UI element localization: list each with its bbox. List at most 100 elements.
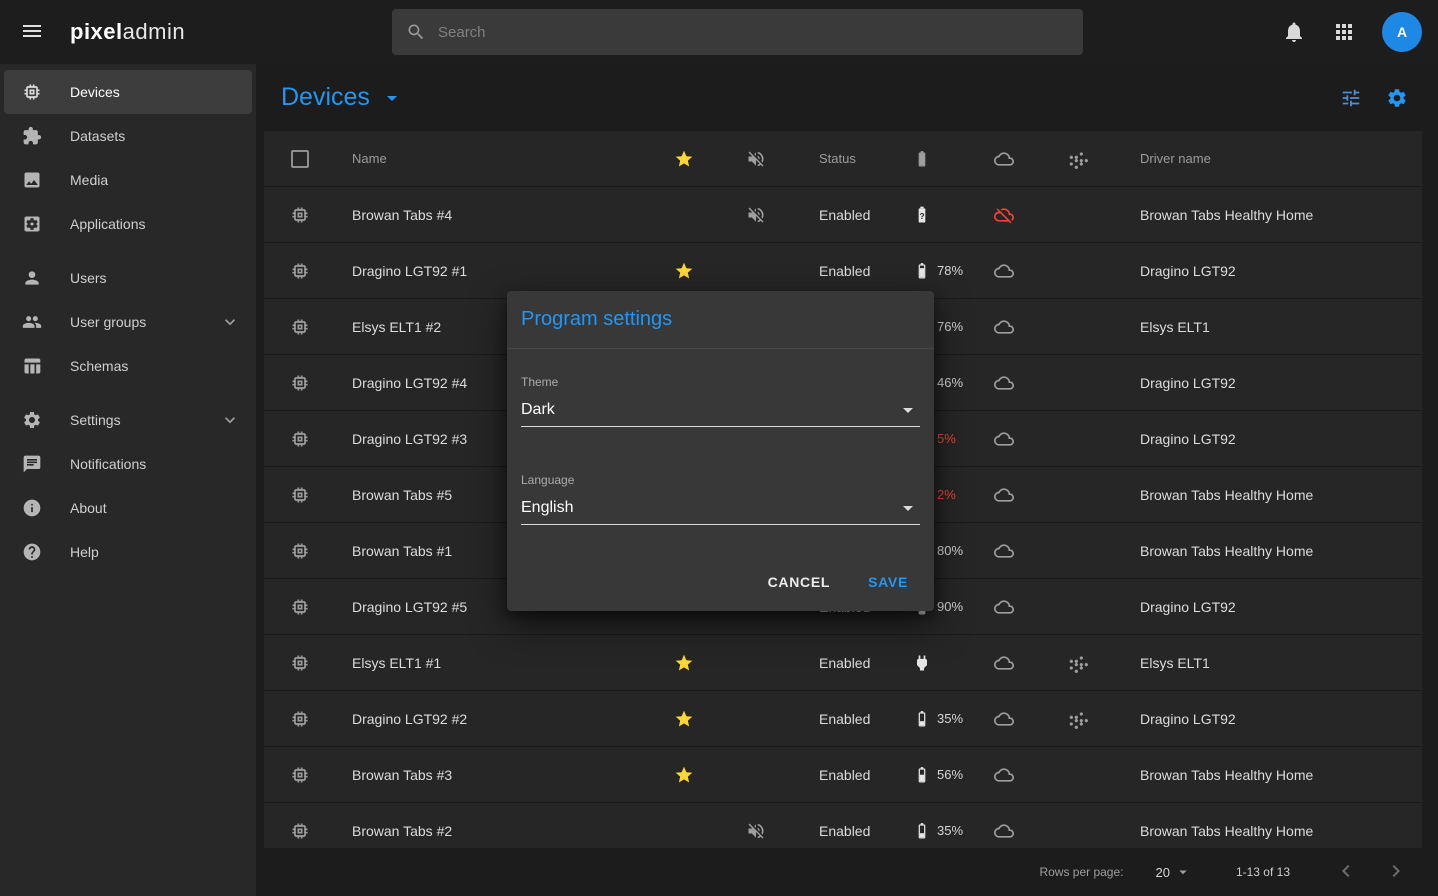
- battery-percent: 35%: [937, 711, 963, 726]
- cloud-icon: [994, 261, 1014, 281]
- device-name: Elsys ELT1 #1: [336, 655, 649, 671]
- memory-icon: [290, 317, 310, 337]
- cloud-icon: [994, 317, 1014, 337]
- bell-icon[interactable]: [1282, 20, 1306, 44]
- sidebar-item-users[interactable]: Users: [4, 256, 252, 300]
- device-row[interactable]: Browan Tabs #4 Enabled ? Browan Tabs Hea…: [264, 187, 1422, 243]
- hamburger-menu-icon[interactable]: [16, 15, 48, 50]
- battery-indicator: 78%: [897, 261, 971, 281]
- chat-icon: [22, 454, 42, 474]
- sidebar-item-user-groups[interactable]: User groups: [4, 300, 252, 344]
- info-icon: [22, 498, 42, 518]
- sidebar-item-settings[interactable]: Settings: [4, 398, 252, 442]
- sidebar-item-label: Users: [70, 270, 107, 286]
- select-all-checkbox[interactable]: [291, 150, 309, 168]
- header-driver[interactable]: Driver name: [1119, 151, 1422, 166]
- star-icon[interactable]: [674, 261, 694, 281]
- app-logo-bold: pixel: [70, 19, 123, 44]
- search-icon: [406, 22, 426, 42]
- search-input[interactable]: [436, 23, 1069, 42]
- device-driver: Dragino LGT92: [1119, 599, 1422, 615]
- apps-grid-icon[interactable]: [1332, 20, 1356, 44]
- help-icon: [22, 542, 42, 562]
- sidebar-item-applications[interactable]: Applications: [4, 202, 252, 246]
- sidebar-item-media[interactable]: Media: [4, 158, 252, 202]
- sidebar-item-datasets[interactable]: Datasets: [4, 114, 252, 158]
- memory-icon: [290, 485, 310, 505]
- avatar[interactable]: A: [1382, 12, 1422, 52]
- person-icon: [22, 268, 42, 288]
- people-icon: [22, 312, 42, 332]
- gear-icon: [22, 410, 42, 430]
- device-row[interactable]: Dragino LGT92 #2 Enabled 35% Dragino LGT…: [264, 691, 1422, 747]
- device-driver: Dragino LGT92: [1119, 711, 1422, 727]
- title-dropdown-icon[interactable]: [380, 86, 404, 110]
- cloud-icon: [994, 597, 1014, 617]
- sidebar-item-label: User groups: [70, 314, 146, 330]
- device-row[interactable]: Browan Tabs #3 Enabled 56% Browan Tabs H…: [264, 747, 1422, 803]
- grain-icon: [1068, 709, 1088, 729]
- battery-percent: 90%: [937, 599, 963, 614]
- device-name: Dragino LGT92 #2: [336, 711, 649, 727]
- battery-percent: 76%: [937, 319, 963, 334]
- device-row[interactable]: Elsys ELT1 #1 Enabled Elsys ELT1: [264, 635, 1422, 691]
- cancel-button[interactable]: CANCEL: [752, 565, 847, 599]
- mesh-header-icon[interactable]: [1068, 149, 1088, 169]
- device-row[interactable]: Browan Tabs #2 Enabled 35% Browan Tabs H…: [264, 803, 1422, 848]
- muted-header-icon[interactable]: [746, 149, 766, 169]
- sidebar-item-help[interactable]: Help: [4, 530, 252, 574]
- rows-per-page-select[interactable]: 20: [1155, 863, 1191, 881]
- device-driver: Elsys ELT1: [1119, 319, 1422, 335]
- sidebar-item-about[interactable]: About: [4, 486, 252, 530]
- chevron-right-icon: [1384, 859, 1408, 883]
- battery-icon: [912, 709, 932, 729]
- memory-icon: [290, 709, 310, 729]
- star-icon[interactable]: [674, 765, 694, 785]
- save-button[interactable]: SAVE: [852, 565, 924, 599]
- battery-percent: 35%: [937, 823, 963, 838]
- sidebar-item-devices[interactable]: Devices: [4, 70, 252, 114]
- cloud-header-icon[interactable]: [994, 149, 1014, 169]
- chevron-left-icon: [1334, 859, 1358, 883]
- language-select[interactable]: Language English: [521, 473, 920, 525]
- favorite-header-icon[interactable]: [674, 149, 694, 169]
- header-name[interactable]: Name: [336, 151, 649, 166]
- topbar-actions: A: [1282, 12, 1422, 52]
- device-name: Browan Tabs #4: [336, 207, 649, 223]
- app-settings-icon: [22, 214, 42, 234]
- star-icon[interactable]: [674, 653, 694, 673]
- filter-tune-icon[interactable]: [1340, 87, 1362, 109]
- page-header: Devices: [256, 64, 1438, 131]
- device-status: Enabled: [793, 823, 897, 839]
- memory-icon: [290, 653, 310, 673]
- language-value: English: [521, 499, 573, 517]
- sidebar-item-schemas[interactable]: Schemas: [4, 344, 252, 388]
- pagination-bar: Rows per page: 20 1-13 of 13: [256, 848, 1438, 896]
- settings-gear-icon[interactable]: [1386, 87, 1408, 109]
- device-driver: Dragino LGT92: [1119, 375, 1422, 391]
- device-status: Enabled: [793, 207, 897, 223]
- star-icon[interactable]: [674, 709, 694, 729]
- chevron-down-icon: [896, 398, 920, 422]
- pagination-range: 1-13 of 13: [1236, 865, 1290, 879]
- sidebar-item-label: Devices: [70, 84, 120, 100]
- search-box[interactable]: [392, 9, 1083, 55]
- sidebar-item-label: About: [70, 500, 107, 516]
- memory-icon: [290, 597, 310, 617]
- header-status[interactable]: Status: [793, 151, 897, 166]
- battery-indicator: ?: [897, 205, 971, 225]
- sidebar-item-notifications[interactable]: Notifications: [4, 442, 252, 486]
- program-settings-dialog: Program settings Theme Dark Language Eng…: [507, 291, 934, 611]
- battery-header-icon[interactable]: [912, 149, 932, 169]
- dialog-title: Program settings: [521, 308, 672, 331]
- theme-select[interactable]: Theme Dark: [521, 375, 920, 427]
- device-driver: Browan Tabs Healthy Home: [1119, 767, 1422, 783]
- device-status: Enabled: [793, 711, 897, 727]
- cloud-icon: [994, 541, 1014, 561]
- volume-off-icon: [746, 205, 766, 225]
- device-status: Enabled: [793, 655, 897, 671]
- page-title: Devices: [281, 83, 370, 112]
- next-page-button[interactable]: [1384, 859, 1408, 886]
- previous-page-button[interactable]: [1334, 859, 1358, 886]
- language-label: Language: [521, 473, 920, 487]
